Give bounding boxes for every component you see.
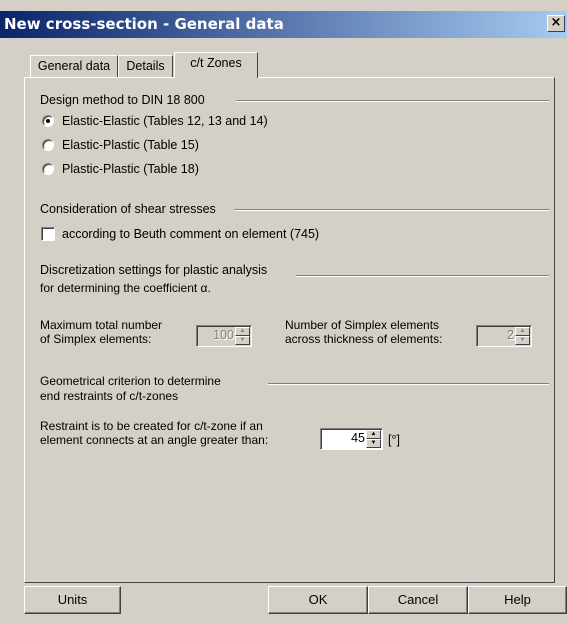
tab-label: Details [126,59,165,73]
window-title: New cross-section - General data [4,15,284,33]
spinner-arrows[interactable]: ▲ ▼ [366,430,381,448]
max-simplex-label-line1: Maximum total number [40,318,163,332]
angle-spinner[interactable]: 45 ▲ ▼ [320,428,383,450]
discretization-heading-line1: Discretization settings for plastic anal… [40,263,268,277]
spinner-arrows[interactable]: ▲ ▼ [515,327,530,345]
geometric-heading-line1: Geometrical criterion to determine [40,374,221,388]
title-bar[interactable]: New cross-section - General data × [0,11,567,38]
spin-down-icon[interactable]: ▼ [366,439,381,448]
across-thickness-label-line2: across thickness of elements: [285,332,443,346]
group-divider [268,383,549,385]
spin-up-icon[interactable]: ▲ [515,327,530,336]
radio-plastic-plastic[interactable] [42,163,54,175]
spin-up-icon[interactable]: ▲ [366,430,381,439]
group-divider [234,209,549,211]
max-simplex-spinner[interactable]: 100 ▲ ▼ [196,325,252,347]
tab-details[interactable]: Details [118,55,173,77]
design-method-heading: Design method to DIN 18 800 [40,93,205,107]
discretization-heading-line2: for determining the coefficient α. [40,281,211,295]
ok-button[interactable]: OK [268,586,368,614]
beuth-checkbox[interactable] [41,227,55,241]
tab-label: c/t Zones [190,56,242,70]
close-button[interactable]: × [547,15,565,32]
radio-elastic-elastic-label[interactable]: Elastic-Elastic (Tables 12, 13 and 14) [62,114,268,128]
dialog-window: New cross-section - General data × Gener… [0,0,567,623]
spin-down-icon[interactable]: ▼ [515,336,530,345]
across-thickness-label-line1: Number of Simplex elements [285,318,440,332]
geometric-heading-line2: end restraints of c/t-zones [40,389,179,403]
angle-unit: [°] [388,433,400,447]
cancel-button[interactable]: Cancel [368,586,468,614]
spin-down-icon[interactable]: ▼ [235,336,250,345]
max-simplex-label-line2: of Simplex elements: [40,332,152,346]
angle-value[interactable]: 45 [323,431,365,445]
close-icon: × [550,15,562,30]
beuth-checkbox-label[interactable]: according to Beuth comment on element (7… [62,227,319,241]
units-button[interactable]: Units [24,586,121,614]
restraint-label-line2: element connects at an angle greater tha… [40,433,269,447]
radio-plastic-plastic-label[interactable]: Plastic-Plastic (Table 18) [62,162,199,176]
max-simplex-value: 100 [213,328,234,342]
shear-heading: Consideration of shear stresses [40,202,216,216]
spinner-arrows[interactable]: ▲ ▼ [235,327,250,345]
tab-label: General data [37,59,111,73]
tab-general-data[interactable]: General data [30,55,118,77]
across-thickness-spinner[interactable]: 2 ▲ ▼ [476,325,532,347]
tab-ct-zones[interactable]: c/t Zones [174,52,258,78]
radio-elastic-plastic-label[interactable]: Elastic-Plastic (Table 15) [62,138,199,152]
spin-up-icon[interactable]: ▲ [235,327,250,336]
group-divider [296,275,549,277]
restraint-label-line1: Restraint is to be created for c/t-zone … [40,419,263,433]
across-thickness-value: 2 [507,328,514,342]
radio-elastic-elastic[interactable] [42,115,54,127]
radio-elastic-plastic[interactable] [42,139,54,151]
help-button[interactable]: Help [468,586,567,614]
group-divider [236,100,549,102]
radio-selected-dot [46,119,50,123]
